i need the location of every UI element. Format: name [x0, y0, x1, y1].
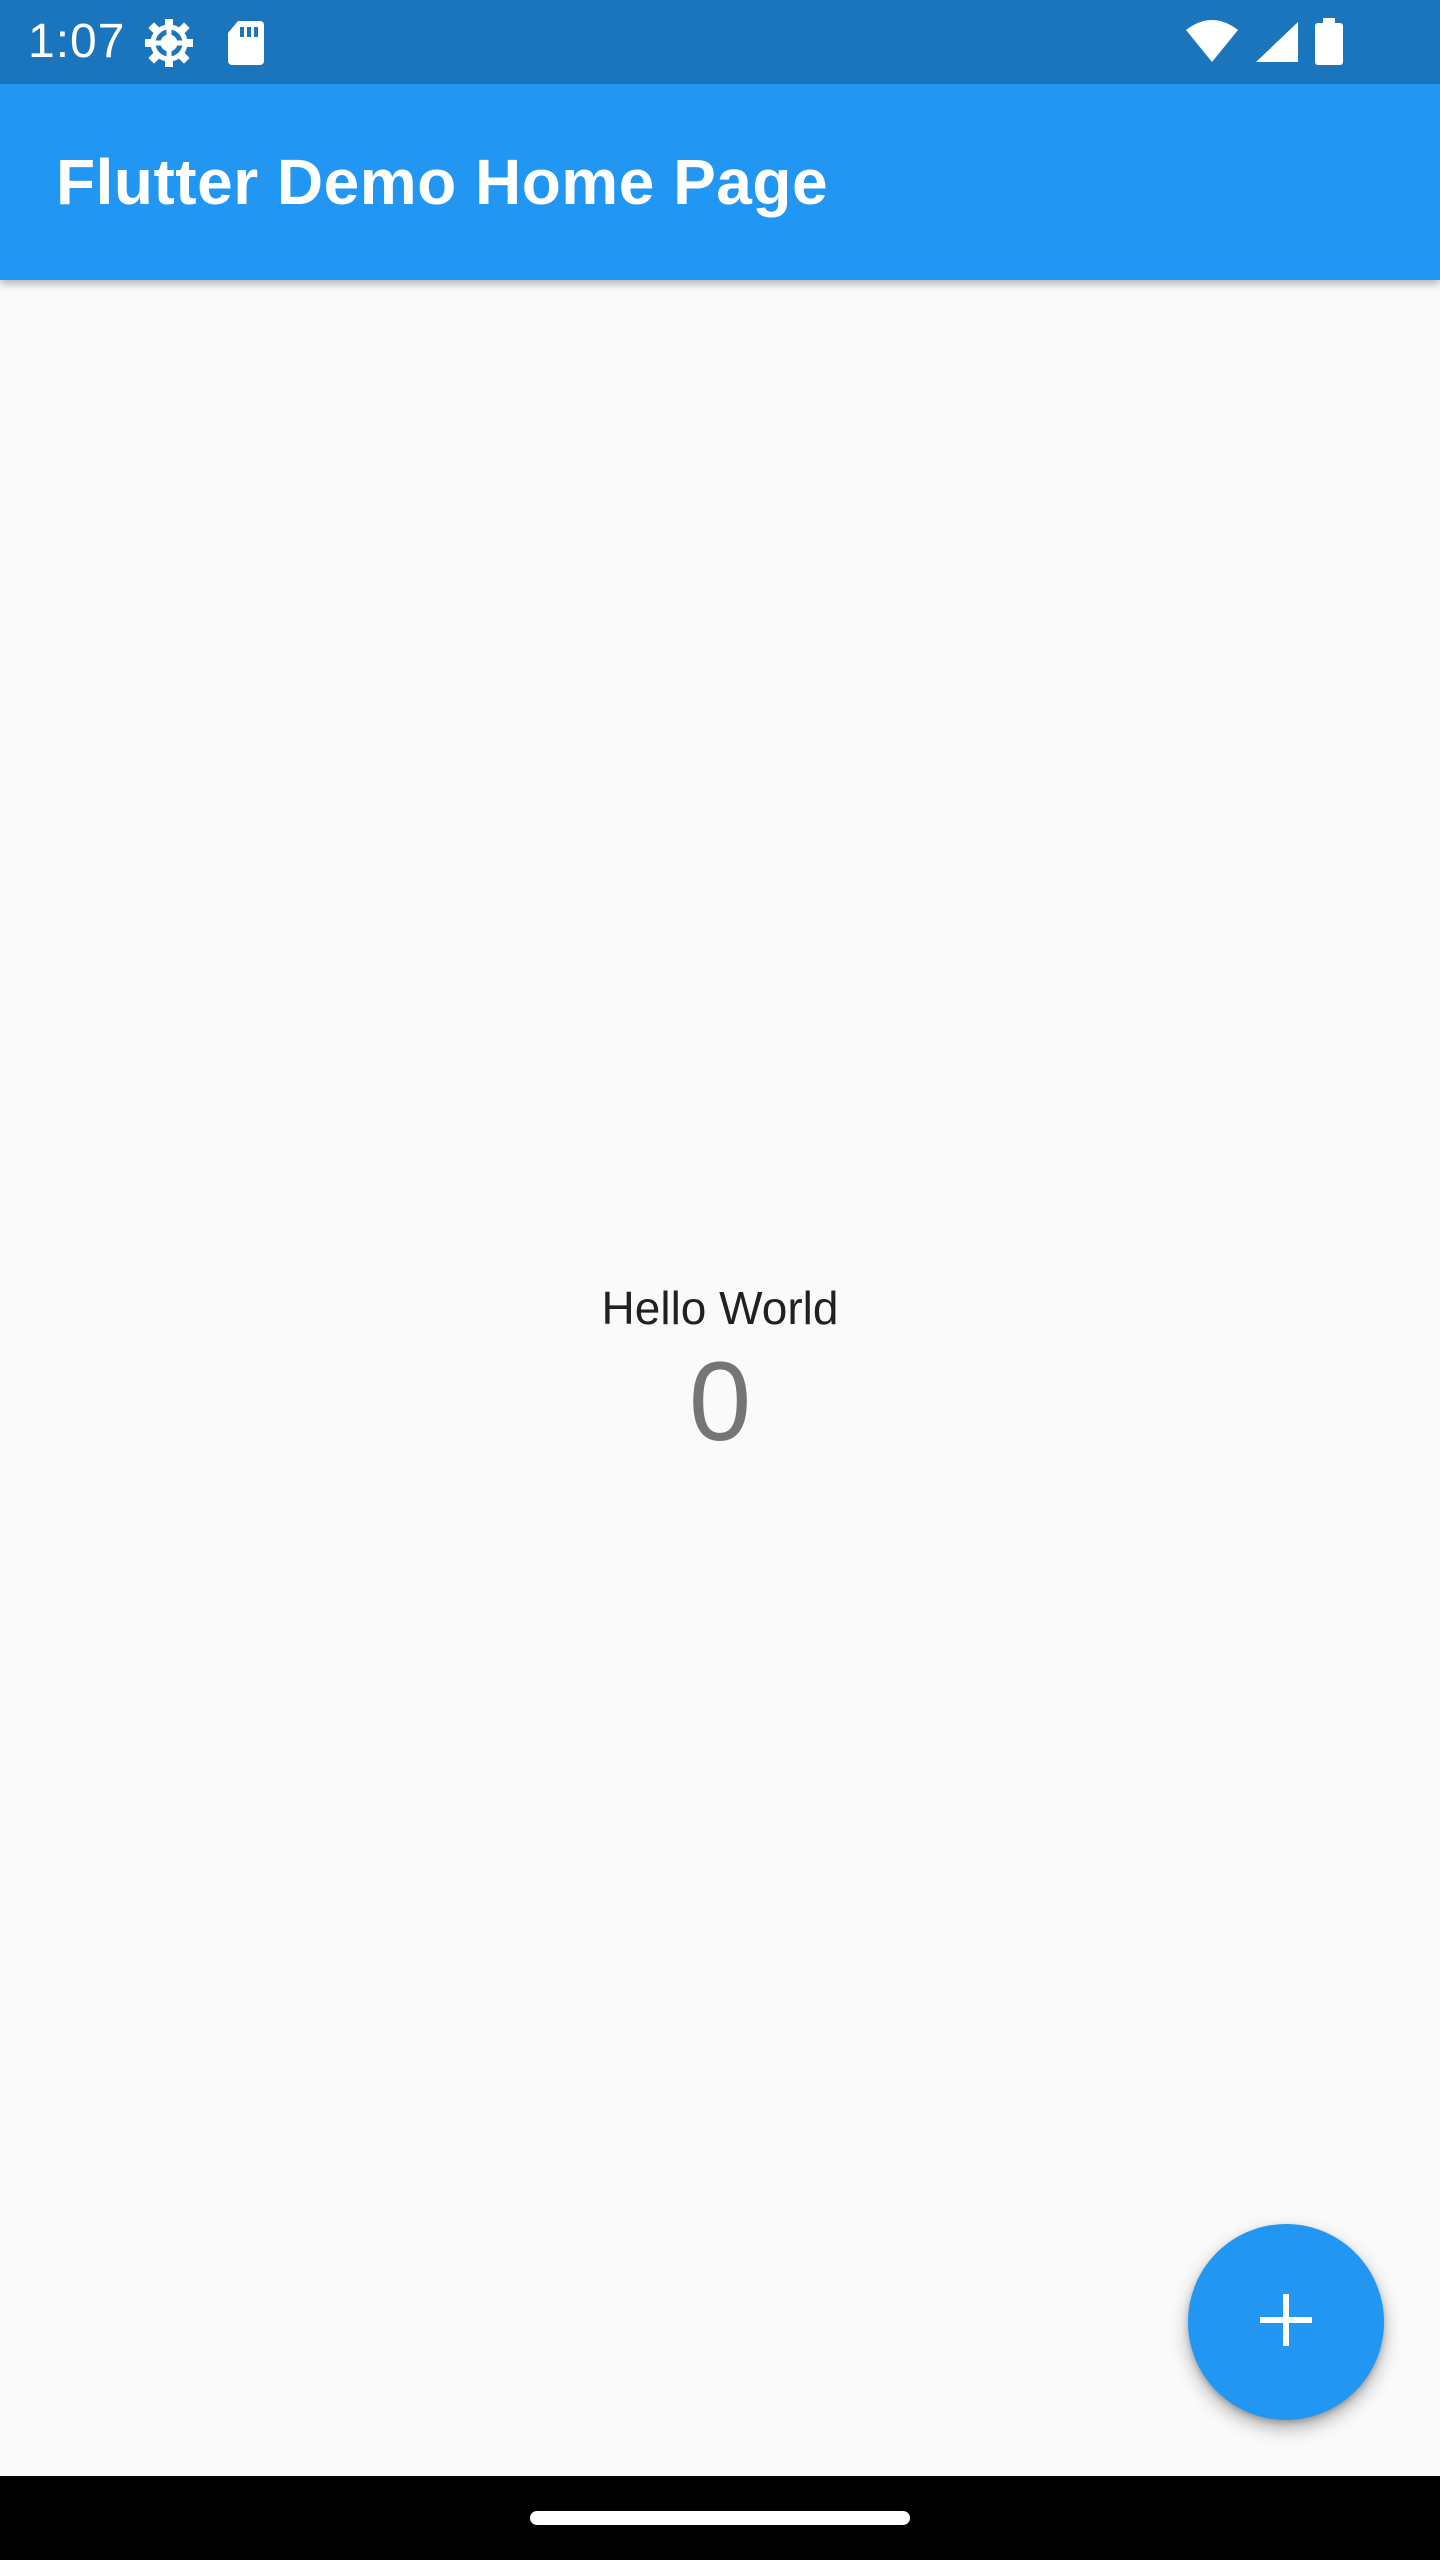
add-icon — [1258, 2292, 1314, 2353]
main-content: Hello World 0 — [0, 280, 1440, 2476]
cellular-signal-icon — [1254, 20, 1300, 69]
gesture-handle[interactable] — [530, 2511, 910, 2525]
navigation-bar — [0, 2476, 1440, 2560]
status-right-icons — [1184, 18, 1344, 71]
page-title: Flutter Demo Home Page — [56, 146, 829, 218]
center-column: Hello World 0 — [0, 1278, 1440, 1462]
settings-gear-icon — [142, 16, 196, 75]
battery-icon — [1314, 18, 1344, 71]
app-bar: Flutter Demo Home Page — [0, 84, 1440, 280]
status-time: 1:07 — [28, 15, 126, 68]
wifi-icon — [1184, 20, 1240, 69]
greeting-text: Hello World — [601, 1282, 839, 1334]
status-bar: 1:07 — [0, 0, 1440, 84]
increment-fab-button[interactable] — [1188, 2224, 1384, 2420]
app-screen: 1:07 Flutter Demo Home Page Hello World … — [0, 0, 1440, 2560]
counter-value: 0 — [688, 1339, 752, 1464]
status-left-icons — [142, 16, 266, 75]
sd-card-icon — [226, 19, 266, 72]
